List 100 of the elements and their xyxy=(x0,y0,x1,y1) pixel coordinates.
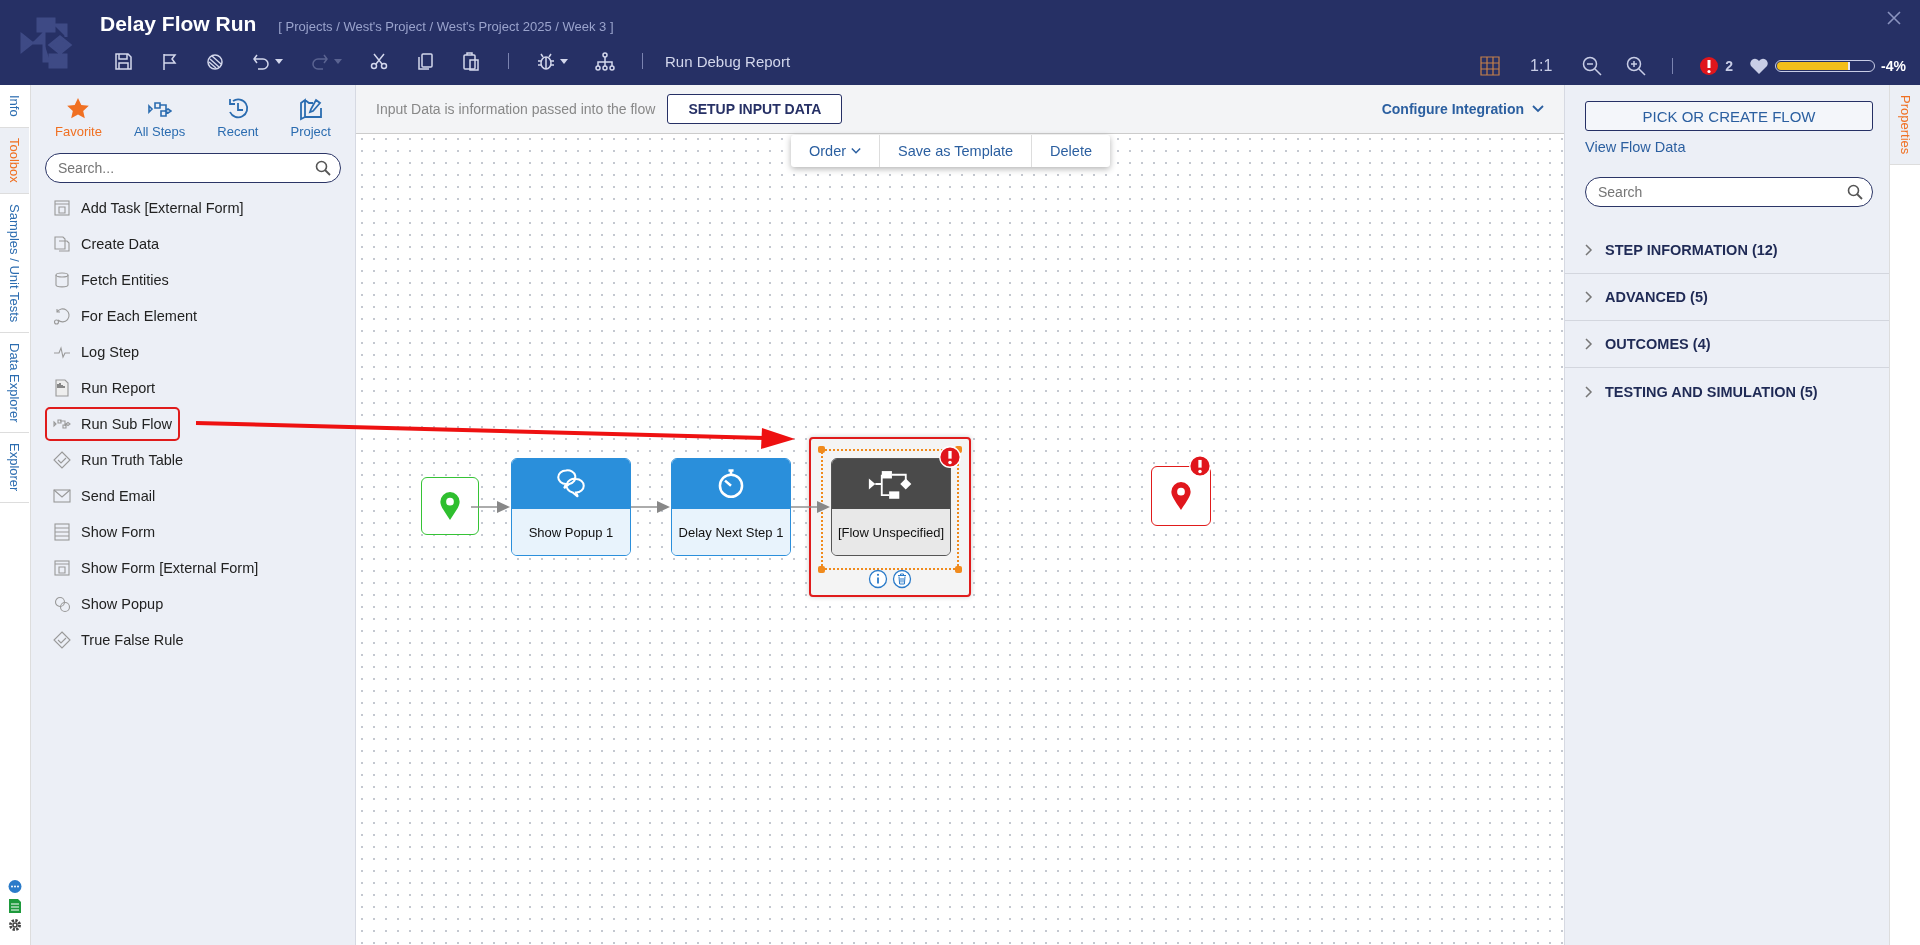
configure-integration-dropdown[interactable]: Configure Integration xyxy=(1381,101,1544,117)
toolbox-step[interactable]: Run Truth Table xyxy=(45,443,192,477)
node-label: [Flow Unspecified] xyxy=(832,509,950,555)
star-icon xyxy=(66,97,91,121)
category-tab[interactable]: Project xyxy=(290,97,331,139)
close-icon[interactable] xyxy=(1886,10,1902,26)
loop-icon xyxy=(53,307,71,325)
chevron-right-icon xyxy=(1585,244,1593,256)
setup-input-data-button[interactable]: SETUP INPUT DATA xyxy=(667,94,843,124)
scissors-icon xyxy=(369,51,389,71)
form-icon xyxy=(53,199,71,217)
actual-size-button[interactable]: 1:1 xyxy=(1530,57,1553,75)
location-pin-icon xyxy=(439,491,461,521)
toolbox-step[interactable]: Show Form [External Form] xyxy=(45,551,267,585)
delete-icon[interactable] xyxy=(892,569,912,589)
search-field[interactable]: Search... xyxy=(45,153,341,183)
side-tab[interactable]: Info xyxy=(0,85,29,128)
chevron-down-icon xyxy=(1532,105,1544,113)
category-tab[interactable]: All Steps xyxy=(133,97,186,139)
step-label: Run Report xyxy=(81,380,156,396)
toolbox-step[interactable]: For Each Element xyxy=(45,299,206,333)
tree-icon xyxy=(595,51,615,71)
flow-title: Delay Flow Run xyxy=(100,12,257,36)
collapsible-section[interactable]: TESTING AND SIMULATION (5) xyxy=(1565,368,1889,415)
step-label: Show Popup xyxy=(81,596,164,612)
step-label: Create Data xyxy=(81,236,160,252)
info-icon[interactable] xyxy=(868,569,888,589)
step-label: Show Form xyxy=(81,524,156,540)
step-label: Send Email xyxy=(81,488,156,504)
step-label: Fetch Entities xyxy=(81,272,169,288)
error-icon[interactable] xyxy=(1699,56,1720,76)
caret-icon xyxy=(333,56,343,66)
project-icon xyxy=(298,97,323,121)
search-icon[interactable] xyxy=(1847,184,1863,200)
location-pin-icon xyxy=(1170,481,1192,511)
chevron-right-icon xyxy=(1585,291,1593,303)
toolbox-step[interactable]: Fetch Entities xyxy=(45,263,177,297)
toolbox-step[interactable]: Send Email xyxy=(45,479,164,513)
toolbox-step[interactable]: Run Report xyxy=(45,371,164,405)
step-label: Run Sub Flow xyxy=(81,416,173,432)
step-label: Show Form [External Form] xyxy=(81,560,259,576)
document-icon[interactable] xyxy=(7,898,23,914)
step-label: Log Step xyxy=(81,344,140,360)
chevron-down-icon xyxy=(851,147,862,155)
flow-step-node[interactable]: [Flow Unspecified] xyxy=(831,458,951,556)
form-icon xyxy=(53,559,71,577)
view-flow-data-link[interactable]: View Flow Data xyxy=(1585,139,1686,155)
toolbox-step[interactable]: Add Task [External Form] xyxy=(45,191,252,225)
step-label: Add Task [External Form] xyxy=(81,200,244,216)
search-icon[interactable] xyxy=(315,160,331,176)
breadcrumb: [ Projects / West's Project / West's Project 2025 / Week 3 ] xyxy=(278,19,614,34)
email-icon xyxy=(53,487,71,505)
context-menu-item[interactable]: Order xyxy=(791,135,880,167)
toolbox-step[interactable]: Show Popup xyxy=(45,587,172,621)
chevron-right-icon xyxy=(1585,338,1593,350)
side-tab[interactable]: Samples / Unit Tests xyxy=(0,193,29,333)
connector-arrow xyxy=(631,500,671,514)
toolbox-step[interactable]: Log Step xyxy=(45,335,148,369)
toolbox-step[interactable]: True False Rule xyxy=(45,623,192,657)
category-tab[interactable]: Recent xyxy=(217,97,259,139)
error-count: 2 xyxy=(1725,58,1734,74)
flow-step-node[interactable]: Show Popup 1 xyxy=(511,458,631,556)
input-data-hint: Input Data is information passed into the flow xyxy=(376,101,656,117)
node-label: Delay Next Step 1 xyxy=(672,509,790,555)
search-field[interactable]: Search xyxy=(1585,177,1873,207)
caret-icon xyxy=(559,56,569,66)
copy-icon xyxy=(53,235,71,253)
end-node[interactable] xyxy=(1151,466,1211,526)
step-label: For Each Element xyxy=(81,308,198,324)
settings-icon[interactable] xyxy=(7,917,23,933)
pick-or-create-flow-button[interactable]: PICK OR CREATE FLOW xyxy=(1585,101,1873,131)
toolbox-step[interactable]: Show Form xyxy=(45,515,164,549)
zoom-in-icon[interactable] xyxy=(1626,56,1647,76)
rule-icon xyxy=(53,451,71,469)
side-tab[interactable]: Explorer xyxy=(0,433,29,503)
resize-handle[interactable] xyxy=(818,566,825,573)
toolbox-step[interactable]: Run Sub Flow xyxy=(45,407,181,441)
step-label: True False Rule xyxy=(81,632,184,648)
connector-arrow xyxy=(791,500,831,514)
context-menu-item[interactable]: Delete xyxy=(1031,135,1110,167)
flow-step-node[interactable]: Delay Next Step 1 xyxy=(671,458,791,556)
zoom-out-icon[interactable] xyxy=(1582,56,1603,76)
start-node[interactable] xyxy=(421,477,479,535)
run-debug-report-button[interactable]: Run Debug Report xyxy=(665,52,791,70)
node-label: Show Popup 1 xyxy=(512,509,630,555)
chevron-right-icon xyxy=(1585,385,1593,398)
toolbox-step[interactable]: Create Data xyxy=(45,227,168,261)
context-menu-item[interactable]: Save as Template xyxy=(879,135,1032,167)
copy-icon xyxy=(415,51,435,71)
rule-icon xyxy=(53,631,71,649)
chat-icon[interactable] xyxy=(7,879,23,895)
caret-icon xyxy=(274,56,284,66)
popup-icon xyxy=(53,595,71,613)
resize-handle[interactable] xyxy=(955,566,962,573)
report-icon xyxy=(53,379,71,397)
bug-icon xyxy=(536,51,556,71)
side-tab[interactable]: Data Explorer xyxy=(0,332,29,434)
grid-icon[interactable] xyxy=(1480,56,1501,76)
resize-handle[interactable] xyxy=(818,446,825,453)
connector-arrow xyxy=(471,500,511,514)
